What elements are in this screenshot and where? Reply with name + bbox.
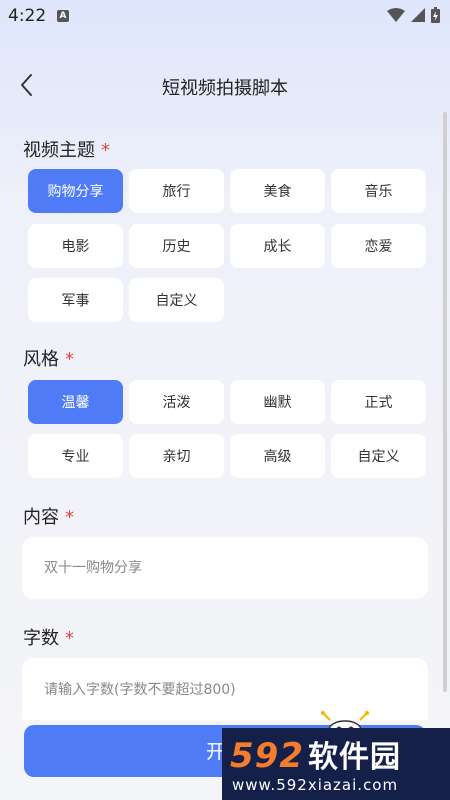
topic-option-food[interactable]: 美食 xyxy=(230,169,325,213)
scrollbar[interactable] xyxy=(443,112,447,692)
required-mark: * xyxy=(65,349,74,370)
watermark-logo: 592 软件园 xyxy=(230,732,401,776)
wifi-icon xyxy=(387,8,405,22)
topic-option-romance[interactable]: 恋爱 xyxy=(331,224,426,268)
content-section-title: 内容 * xyxy=(23,503,74,529)
status-icons xyxy=(387,7,440,23)
topic-section-title: 视频主题 * xyxy=(23,136,110,162)
style-label: 风格 xyxy=(23,349,59,370)
battery-icon xyxy=(431,7,440,23)
watermark-logo-number: 592 xyxy=(230,736,304,776)
topic-option-history[interactable]: 历史 xyxy=(129,224,224,268)
topic-option-travel[interactable]: 旅行 xyxy=(129,169,224,213)
watermark: 592 软件园 www.592xiazai.com xyxy=(222,728,450,800)
notification-icon: A xyxy=(57,10,69,22)
style-section-title: 风格 * xyxy=(23,345,74,371)
content-label: 内容 xyxy=(23,507,59,528)
app-header: 短视频拍摄脚本 xyxy=(0,60,450,110)
word-count-section-title: 字数 * xyxy=(23,624,74,650)
word-count-label: 字数 xyxy=(23,628,59,649)
topic-label: 视频主题 xyxy=(23,140,95,161)
topic-option-growth[interactable]: 成长 xyxy=(230,224,325,268)
watermark-url: www.592xiazai.com xyxy=(232,776,399,794)
topic-option-military[interactable]: 军事 xyxy=(28,278,123,322)
style-option-friendly[interactable]: 亲切 xyxy=(129,434,224,478)
status-time: 4:22 xyxy=(8,6,47,26)
content-input[interactable]: 双十一购物分享 xyxy=(22,537,428,599)
style-option-custom[interactable]: 自定义 xyxy=(331,434,426,478)
page-title: 短视频拍摄脚本 xyxy=(162,78,288,99)
signal-icon xyxy=(411,8,425,22)
style-option-warm[interactable]: 温馨 xyxy=(28,380,123,424)
style-option-humorous[interactable]: 幽默 xyxy=(230,380,325,424)
style-option-premium[interactable]: 高级 xyxy=(230,434,325,478)
topic-option-shopping[interactable]: 购物分享 xyxy=(28,169,123,213)
topic-option-movie[interactable]: 电影 xyxy=(28,224,123,268)
style-option-professional[interactable]: 专业 xyxy=(28,434,123,478)
status-bar: 4:22 A xyxy=(0,0,450,34)
style-option-lively[interactable]: 活泼 xyxy=(129,380,224,424)
watermark-logo-text: 软件园 xyxy=(307,740,401,775)
required-mark: * xyxy=(65,507,74,528)
style-option-formal[interactable]: 正式 xyxy=(331,380,426,424)
required-mark: * xyxy=(101,140,110,161)
topic-option-music[interactable]: 音乐 xyxy=(331,169,426,213)
topic-option-custom[interactable]: 自定义 xyxy=(129,278,224,322)
required-mark: * xyxy=(65,628,74,649)
